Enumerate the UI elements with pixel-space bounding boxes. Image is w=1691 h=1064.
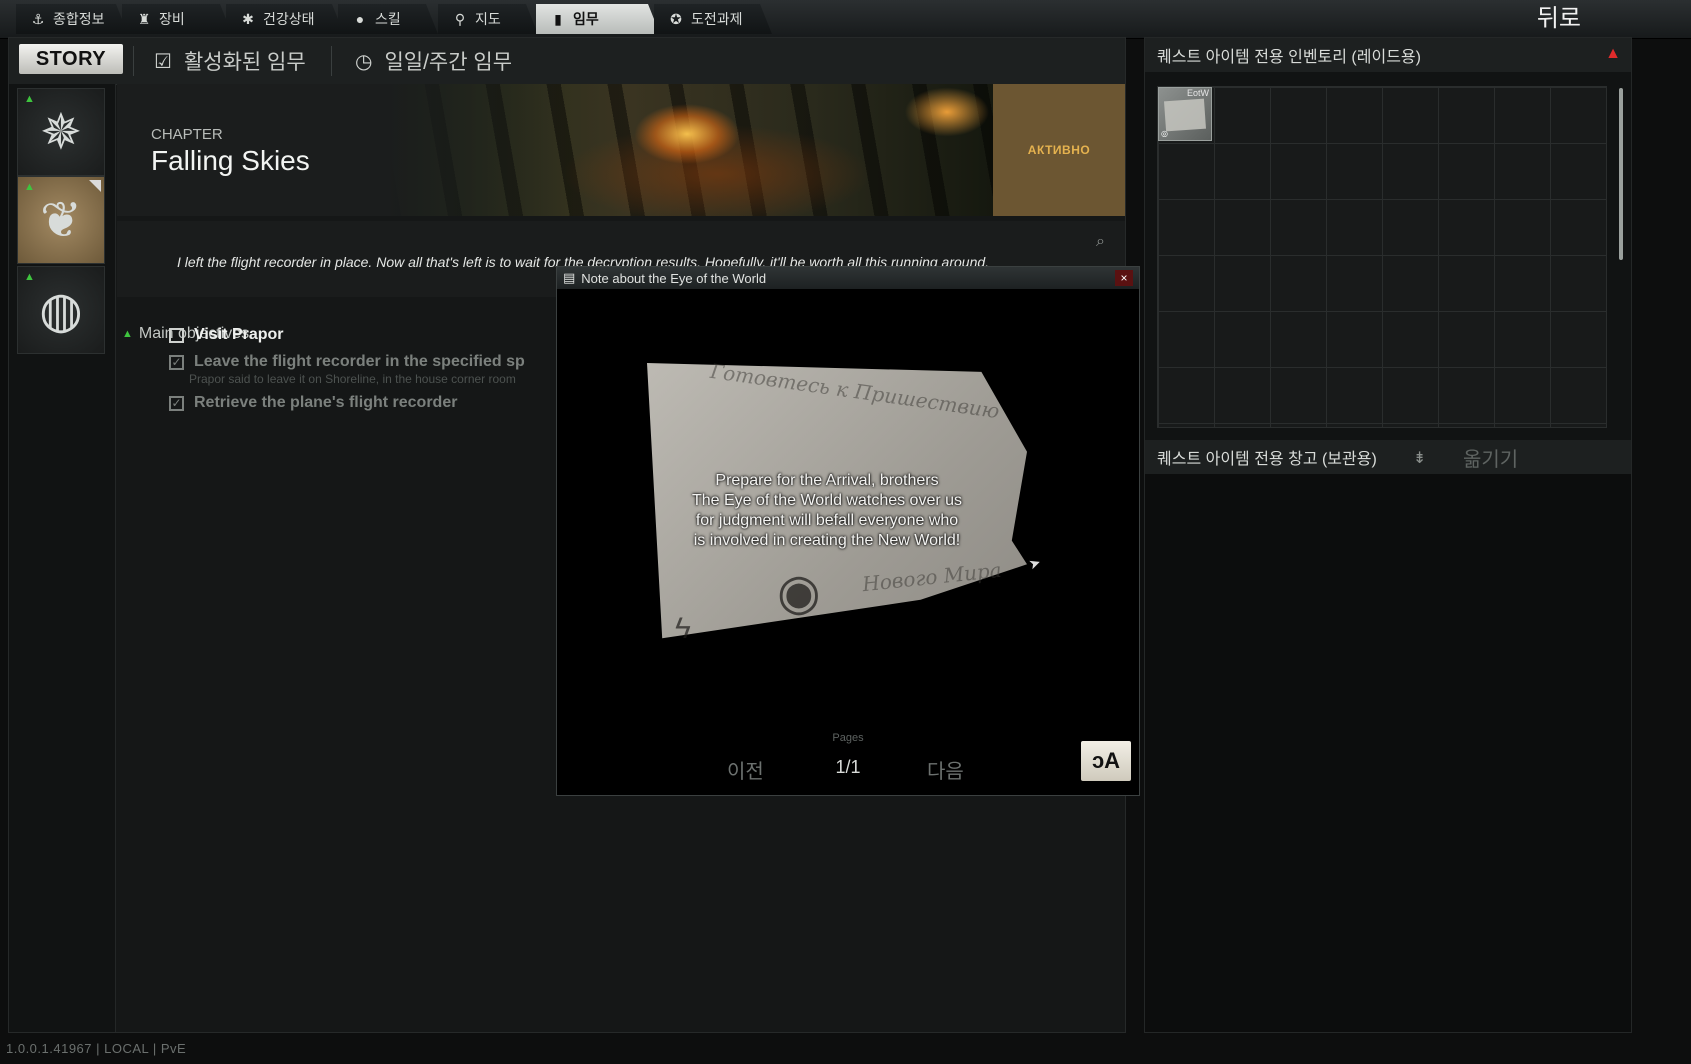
quest-tab-bar: STORY ☑ 활성화된 임무 ◷ 일일/주간 임무	[9, 38, 1125, 85]
note-line: The Eye of the World watches over us	[691, 492, 963, 509]
map-pin-icon: ⚲	[454, 10, 466, 27]
top-nav-bar: ⚓ 종합정보 ♜ 장비 ✱ 건강상태 ● 스킬 ⚲ 지도 ▮ 임무 ✪ 도전과제…	[0, 0, 1691, 39]
health-icon: ✱	[242, 10, 254, 27]
divider	[331, 46, 332, 76]
close-icon[interactable]: ×	[1115, 270, 1133, 286]
objective-leave-recorder[interactable]: ✓ Leave the flight recorder in the speci…	[169, 353, 525, 371]
sort-down-icon[interactable]: ⇟	[1413, 448, 1426, 468]
stash-area[interactable]	[1145, 474, 1631, 1032]
flame-emblem-icon: ❦	[40, 192, 82, 248]
chapter-status-badge: АКТИВНО	[993, 84, 1125, 216]
note-title: Note about the Eye of the World	[581, 270, 767, 286]
unchecked-box-icon	[169, 327, 184, 343]
new-alert-icon: ▲	[24, 181, 35, 193]
cursor-icon: ➤	[1026, 553, 1043, 573]
compass-star-icon: ✵	[40, 104, 82, 160]
pages-label: Pages	[832, 732, 864, 744]
chapter-item-compass[interactable]: ▲ ✵	[17, 88, 105, 176]
inventory-scrollbar[interactable]	[1619, 88, 1623, 260]
rune-icon: ϟ	[675, 612, 691, 645]
note-line: Prepare for the Arrival, brothers	[715, 472, 939, 489]
tab-daily-weekly-tasks[interactable]: ◷ 일일/주간 임무	[355, 38, 512, 84]
translate-icon: ᴐA	[1091, 748, 1121, 773]
eye-sigil-icon: ◉	[777, 564, 821, 620]
checked-box-icon: ✓	[169, 354, 184, 370]
chapter-kicker: CHAPTER	[151, 126, 223, 143]
checked-box-icon: ✓	[169, 395, 184, 411]
chapter-title: Falling Skies	[151, 145, 310, 176]
note-titlebar[interactable]: ▤ Note about the Eye of the World ×	[557, 267, 1139, 289]
chapter-list: ▲ ✵ ▲ ❦ ▲ ◍	[9, 84, 116, 1032]
person-icon: ⚓	[31, 10, 45, 27]
translate-button[interactable]: ᴐA	[1081, 741, 1131, 781]
warning-icon: ▲	[1605, 45, 1621, 62]
objective-visit-prapor[interactable]: Visit Prapor	[169, 326, 284, 344]
chapter-item-globe[interactable]: ▲ ◍	[17, 266, 105, 354]
note-text: Prepare for the Arrival, brothers The Ey…	[647, 471, 1007, 551]
check-circle-icon: ☑	[154, 50, 172, 73]
quest-inventory-panel: 퀘스트 아이템 전용 인벤토리 (레이드용) ▲ EotW ◎ 퀘스트 아이템 …	[1144, 37, 1632, 1033]
objective-note: Prapor said to leave it on Shoreline, in…	[189, 372, 516, 386]
item-badge-icon: ◎	[1161, 129, 1168, 138]
task-icon: ▮	[554, 10, 562, 27]
version-footer: 1.0.0.1.41967 | LOCAL | PvE	[6, 1041, 187, 1056]
nav-tab-tasks[interactable]: ▮ 임무	[536, 4, 660, 34]
magnify-icon[interactable]: ⌕	[1096, 233, 1105, 251]
note-line: is involved in creating the New World!	[693, 532, 961, 549]
new-alert-icon: ▲	[24, 271, 35, 283]
selected-corner-marker	[89, 180, 101, 192]
globe-network-icon: ◍	[39, 282, 83, 338]
nav-tab-achievements[interactable]: ✪ 도전과제	[654, 4, 772, 34]
inventory-item-note[interactable]: EotW ◎	[1158, 87, 1212, 141]
nav-tab-health[interactable]: ✱ 건강상태	[226, 4, 344, 34]
nav-tab-skills[interactable]: ● 스킬	[338, 4, 438, 34]
achievement-icon: ✪	[670, 10, 682, 27]
note-book-icon: ▤	[563, 270, 576, 285]
note-line: for judgment will befall everyone who	[695, 512, 959, 529]
raid-inventory-grid[interactable]	[1157, 86, 1607, 428]
nav-tab-gear[interactable]: ♜ 장비	[122, 4, 232, 34]
back-button[interactable]: 뒤로	[1527, 2, 1591, 36]
chapter-item-falling-skies[interactable]: ▲ ❦	[17, 176, 105, 264]
nav-tab-overview[interactable]: ⚓ 종합정보	[16, 4, 128, 34]
transfer-button[interactable]: 옮기기	[1463, 443, 1518, 472]
raid-inventory-header: 퀘스트 아이템 전용 인벤토리 (레이드용) ▲	[1145, 38, 1631, 72]
page-count: 1/1	[835, 757, 861, 777]
tab-active-tasks[interactable]: ☑ 활성화된 임무	[154, 38, 306, 84]
story-tab[interactable]: STORY	[19, 44, 123, 74]
clock-icon: ◷	[355, 50, 373, 73]
stash-header: 퀘스트 아이템 전용 창고 (보관용) ⇟ 옮기기	[1145, 440, 1631, 474]
divider	[133, 46, 134, 76]
skill-icon: ●	[355, 11, 365, 27]
nav-tab-map[interactable]: ⚲ 지도	[438, 4, 538, 34]
next-page-button[interactable]: 다음	[927, 755, 964, 784]
banner-fade	[387, 84, 567, 216]
gear-armor-icon: ♜	[137, 10, 151, 27]
note-window: ▤ Note about the Eye of the World × Гото…	[556, 266, 1140, 796]
objective-retrieve-recorder[interactable]: ✓ Retrieve the plane's flight recorder	[169, 394, 457, 412]
new-alert-icon: ▲	[24, 93, 35, 105]
chapter-banner: CHAPTER Falling Skies АКТИВНО	[117, 84, 1125, 216]
note-item-icon	[1164, 98, 1206, 132]
objective-alert-icon: ▲	[122, 328, 133, 340]
